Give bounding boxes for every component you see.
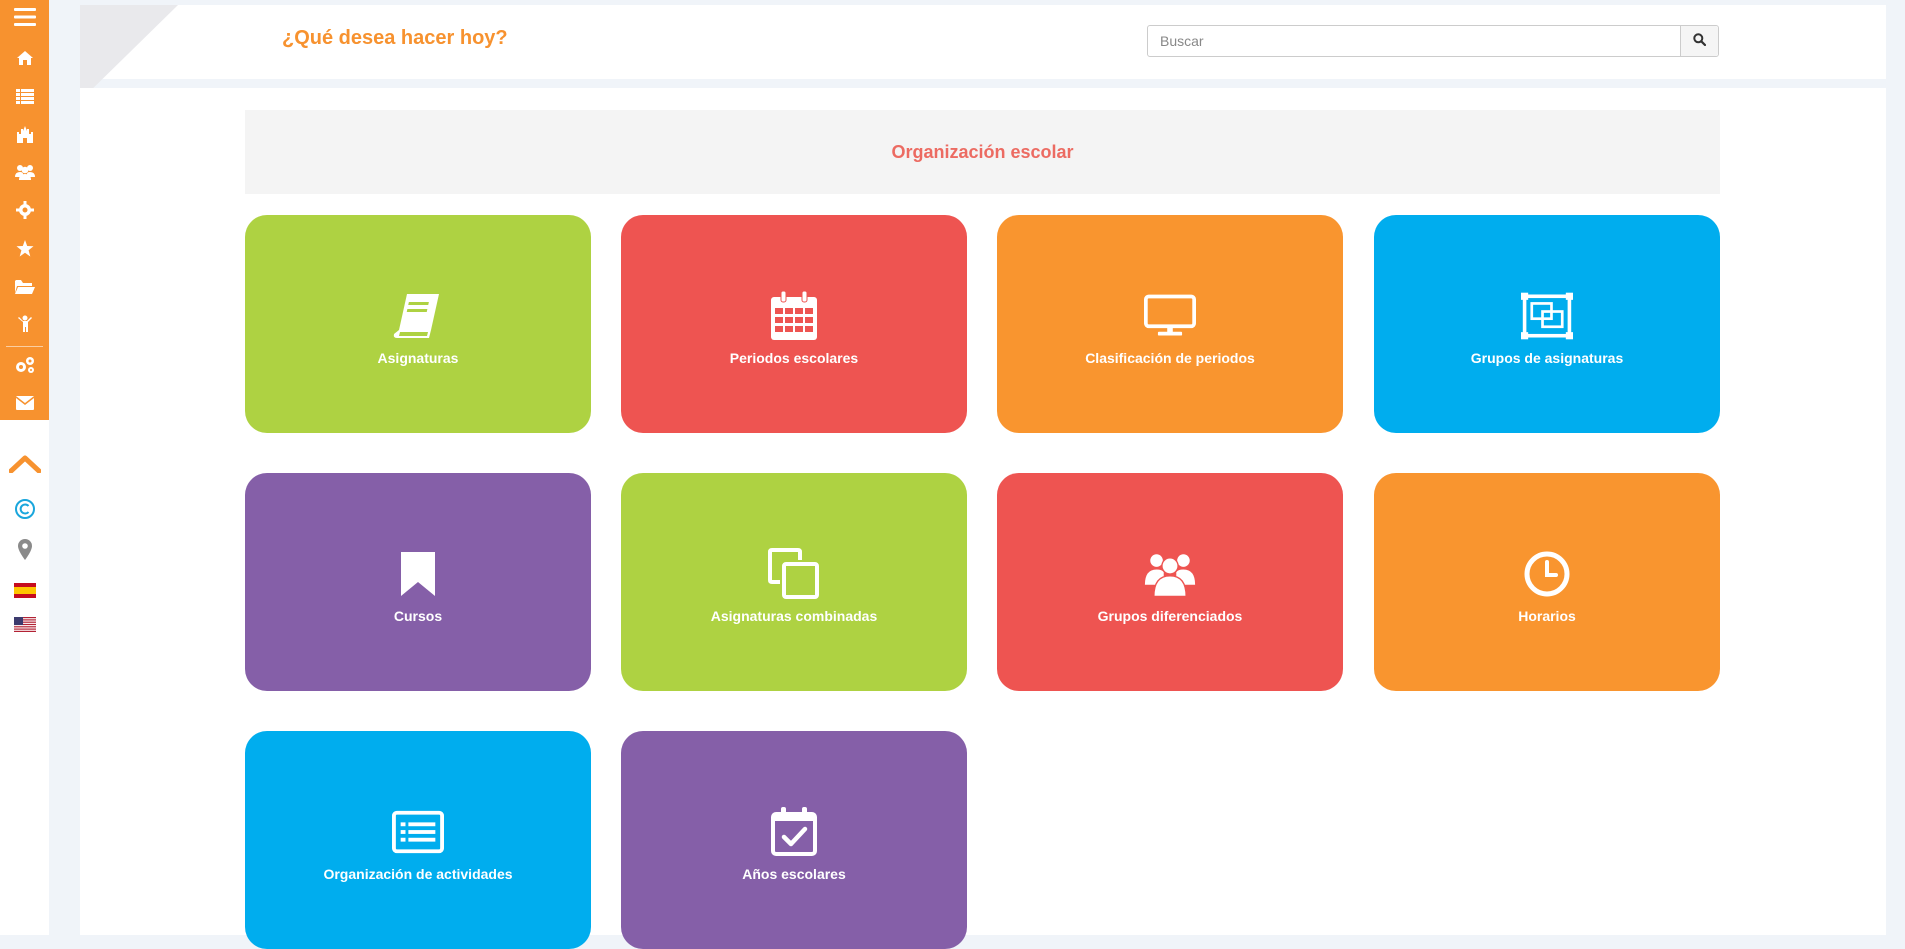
tile-label: Grupos diferenciados [1097,608,1243,624]
sidebar [0,0,49,935]
home-icon[interactable] [0,41,49,75]
sidebar-divider [6,346,43,347]
tile-anos-escolares[interactable]: Años escolares [621,731,967,949]
users-icon[interactable] [0,155,49,189]
sidebar-menu [0,0,49,420]
tile-label: Cursos [393,608,443,624]
section-title: Organización escolar [891,141,1074,162]
calendar-icon [768,290,820,342]
tile-label: Años escolares [742,866,846,882]
flag-usa-icon[interactable] [0,607,49,641]
tile-label: Clasificación de periodos [1085,350,1255,366]
folder-open-icon[interactable] [0,269,49,303]
desktop-icon [1144,290,1196,342]
page-title: ¿Qué desea hacer hoy? [282,27,508,49]
search-bar [1147,25,1719,57]
search-input[interactable] [1148,26,1680,56]
child-icon[interactable] [0,307,49,341]
menu-icon[interactable] [0,0,49,34]
tile-asignaturas[interactable]: Asignaturas [245,215,591,433]
object-group-icon [1521,290,1573,342]
tile-label: Organización de actividades [323,866,513,882]
tile-organizacion-de-actividades[interactable]: Organización de actividades [245,731,591,949]
copy-icon [768,548,820,600]
envelope-icon[interactable] [0,386,49,420]
tile-label: Asignaturas combinadas [710,608,878,624]
tile-clasificacion-de-periodos[interactable]: Clasificación de periodos [997,215,1343,433]
flag-spain-icon[interactable] [0,573,49,607]
clock-icon [1521,548,1573,600]
tile-label: Grupos de asignaturas [1470,350,1624,366]
bookmark-icon [392,548,444,600]
tile-grupos-diferenciados[interactable]: Grupos diferenciados [997,473,1343,691]
users-icon [1144,548,1196,600]
tile-label: Periodos escolares [729,350,859,366]
cogs-icon[interactable] [0,348,49,382]
copyright-icon[interactable] [0,492,49,526]
tile-periodos-escolares[interactable]: Periodos escolares [621,215,967,433]
list-alt-icon [392,806,444,858]
tile-horarios[interactable]: Horarios [1374,473,1720,691]
calendar-check-icon [768,806,820,858]
tile-label: Horarios [1518,608,1576,624]
list-icon[interactable] [0,79,49,113]
chevron-up-icon[interactable] [0,447,49,481]
section-header: Organización escolar [245,110,1720,194]
map-marker-icon[interactable] [0,533,49,567]
tile-asignaturas-combinadas[interactable]: Asignaturas combinadas [621,473,967,691]
star-icon[interactable] [0,231,49,265]
tile-grupos-de-asignaturas[interactable]: Grupos de asignaturas [1374,215,1720,433]
book-icon [392,290,444,342]
castle-icon[interactable] [0,117,49,151]
search-button[interactable] [1680,26,1718,56]
tile-label: Asignaturas [377,350,459,366]
search-icon [1693,33,1707,49]
corner-decoration [80,5,178,101]
tile-cursos[interactable]: Cursos [245,473,591,691]
gear-icon[interactable] [0,193,49,227]
